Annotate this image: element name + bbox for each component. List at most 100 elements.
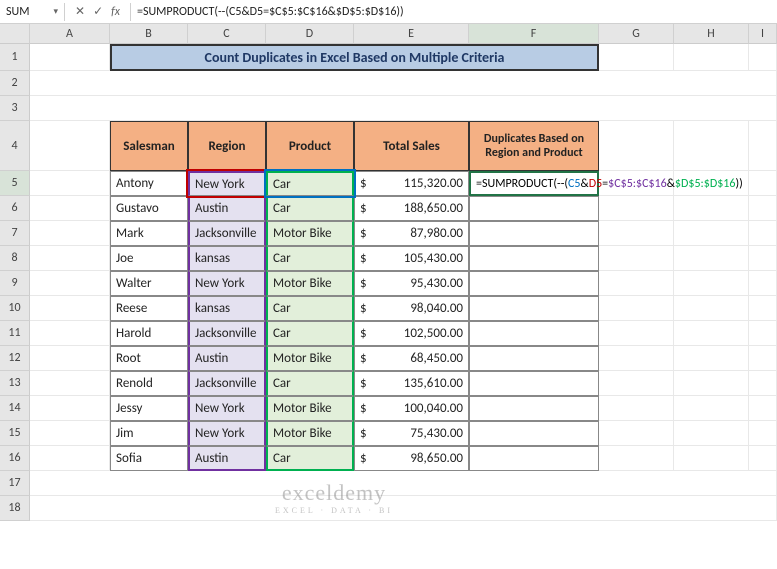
title-cell[interactable]: Count Duplicates in Excel Based on Multi…: [110, 44, 599, 71]
cell-C15[interactable]: New York: [188, 421, 266, 446]
cell-I11[interactable]: [749, 321, 777, 346]
cell-A8[interactable]: [30, 246, 110, 271]
cell-A10[interactable]: [30, 296, 110, 321]
cell-G9[interactable]: [599, 271, 674, 296]
col-header-A[interactable]: A: [30, 24, 110, 44]
row-header-3[interactable]: 3: [0, 96, 30, 121]
cell-H4[interactable]: [674, 121, 749, 171]
cell-H6[interactable]: [674, 196, 749, 221]
cell-E15[interactable]: $75,430.00: [354, 421, 469, 446]
cell-C6[interactable]: Austin: [188, 196, 266, 221]
cell-C16[interactable]: Austin: [188, 446, 266, 471]
cell-E11[interactable]: $102,500.00: [354, 321, 469, 346]
cell-G10[interactable]: [599, 296, 674, 321]
cell-A1[interactable]: [30, 44, 110, 71]
cell-F5-active[interactable]: =SUMPRODUCT(--(C5&D5=$C$5:$C$16&$D$5:$D$…: [469, 171, 599, 196]
cell-I16[interactable]: [749, 446, 777, 471]
row-header-13[interactable]: 13: [0, 371, 30, 396]
col-header-C[interactable]: C: [188, 24, 266, 44]
cell-A14[interactable]: [30, 396, 110, 421]
cell-H10[interactable]: [674, 296, 749, 321]
cell-F15[interactable]: [469, 421, 599, 446]
cell-A16[interactable]: [30, 446, 110, 471]
cell-C14[interactable]: New York: [188, 396, 266, 421]
cell-F14[interactable]: [469, 396, 599, 421]
cell-G11[interactable]: [599, 321, 674, 346]
cell-E14[interactable]: $100,040.00: [354, 396, 469, 421]
cell-H13[interactable]: [674, 371, 749, 396]
cell-D14[interactable]: Motor Bike: [266, 396, 354, 421]
row-header-8[interactable]: 8: [0, 246, 30, 271]
cell-B7[interactable]: Mark: [110, 221, 188, 246]
header-salesman[interactable]: Salesman: [110, 121, 188, 171]
cell-H9[interactable]: [674, 271, 749, 296]
cell-C9[interactable]: New York: [188, 271, 266, 296]
row-header-14[interactable]: 14: [0, 396, 30, 421]
select-all-corner[interactable]: [0, 24, 30, 44]
cell-row2[interactable]: [30, 71, 777, 96]
cell-I10[interactable]: [749, 296, 777, 321]
cell-F6[interactable]: [469, 196, 599, 221]
cancel-icon[interactable]: ✕: [75, 4, 85, 19]
cell-F11[interactable]: [469, 321, 599, 346]
cell-B5[interactable]: Antony: [110, 171, 188, 196]
cell-E5[interactable]: $115,320.00: [354, 171, 469, 196]
formula-input[interactable]: =SUMPRODUCT(--(C5&D5=$C$5:$C$16&$D$5:$D$…: [130, 3, 777, 21]
cell-H1[interactable]: [674, 44, 749, 71]
header-product[interactable]: Product: [266, 121, 354, 171]
cell-I7[interactable]: [749, 221, 777, 246]
cell-A5[interactable]: [30, 171, 110, 196]
cell-I5[interactable]: [749, 171, 777, 196]
cell-H15[interactable]: [674, 421, 749, 446]
cell-C10[interactable]: kansas: [188, 296, 266, 321]
cell-B13[interactable]: Renold: [110, 371, 188, 396]
cell-I13[interactable]: [749, 371, 777, 396]
cell-A7[interactable]: [30, 221, 110, 246]
fx-icon[interactable]: fx: [111, 5, 120, 19]
row-header-2[interactable]: 2: [0, 71, 30, 96]
cell-B12[interactable]: Root: [110, 346, 188, 371]
cell-D7[interactable]: Motor Bike: [266, 221, 354, 246]
cell-F10[interactable]: [469, 296, 599, 321]
cell-I4[interactable]: [749, 121, 777, 171]
cell-A11[interactable]: [30, 321, 110, 346]
cell-D6[interactable]: Car: [266, 196, 354, 221]
cell-G16[interactable]: [599, 446, 674, 471]
cell-I12[interactable]: [749, 346, 777, 371]
cell-H8[interactable]: [674, 246, 749, 271]
cell-H14[interactable]: [674, 396, 749, 421]
enter-icon[interactable]: ✓: [93, 4, 103, 19]
cell-row17[interactable]: [30, 471, 777, 496]
cell-A15[interactable]: [30, 421, 110, 446]
cell-D8[interactable]: Car: [266, 246, 354, 271]
cell-I14[interactable]: [749, 396, 777, 421]
row-header-11[interactable]: 11: [0, 321, 30, 346]
row-header-18[interactable]: 18: [0, 496, 30, 521]
row-header-7[interactable]: 7: [0, 221, 30, 246]
cell-D5[interactable]: Car: [266, 171, 354, 196]
cell-D10[interactable]: Car: [266, 296, 354, 321]
row-header-10[interactable]: 10: [0, 296, 30, 321]
cell-row18[interactable]: [30, 496, 777, 521]
cell-B10[interactable]: Reese: [110, 296, 188, 321]
cell-D12[interactable]: Motor Bike: [266, 346, 354, 371]
cell-C11[interactable]: Jacksonville: [188, 321, 266, 346]
cell-B8[interactable]: Joe: [110, 246, 188, 271]
cell-E16[interactable]: $98,650.00: [354, 446, 469, 471]
cell-G7[interactable]: [599, 221, 674, 246]
row-header-1[interactable]: 1: [0, 44, 30, 71]
row-header-12[interactable]: 12: [0, 346, 30, 371]
cell-B6[interactable]: Gustavo: [110, 196, 188, 221]
cell-E9[interactable]: $95,430.00: [354, 271, 469, 296]
cell-D16[interactable]: Car: [266, 446, 354, 471]
cell-G4[interactable]: [599, 121, 674, 171]
cell-D15[interactable]: Motor Bike: [266, 421, 354, 446]
cell-D9[interactable]: Motor Bike: [266, 271, 354, 296]
row-header-4[interactable]: 4: [0, 121, 30, 171]
cell-C12[interactable]: Austin: [188, 346, 266, 371]
cell-D13[interactable]: Car: [266, 371, 354, 396]
cell-B11[interactable]: Harold: [110, 321, 188, 346]
cell-H12[interactable]: [674, 346, 749, 371]
header-duplicates[interactable]: Duplicates Based on Region and Product: [469, 121, 599, 171]
col-header-I[interactable]: I: [749, 24, 777, 44]
